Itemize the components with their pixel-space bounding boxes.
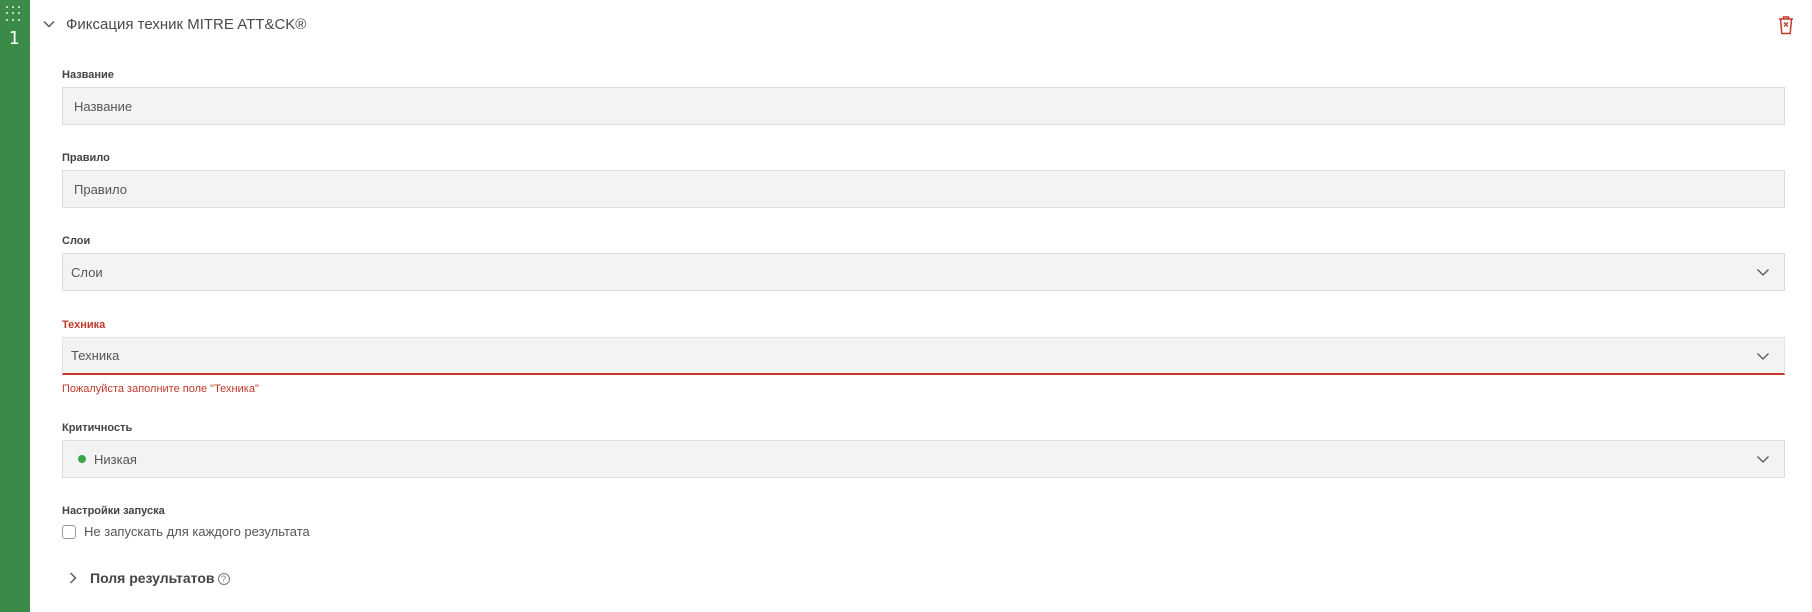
name-field[interactable]: Название: [62, 87, 1785, 125]
technique-placeholder: Техника: [71, 348, 120, 363]
technique-select[interactable]: Техника: [62, 337, 1785, 375]
rule-field[interactable]: Правило: [62, 170, 1785, 208]
card-title: Фиксация техник MITRE ATT&CK®: [66, 15, 307, 33]
status-dot-icon: [78, 455, 86, 463]
layers-placeholder: Слои: [71, 264, 103, 280]
name-placeholder: Название: [74, 98, 133, 114]
trash-icon[interactable]: [1776, 14, 1796, 36]
chevron-down-icon[interactable]: [1754, 347, 1772, 365]
launch-settings-row[interactable]: Не запускать для каждого результата: [62, 524, 310, 539]
drag-grip-icon[interactable]: [6, 6, 22, 22]
chevron-down-icon[interactable]: [40, 15, 58, 33]
layers-label: Слои: [62, 235, 91, 247]
criticality-label: Критичность: [62, 422, 133, 434]
card-header[interactable]: Фиксация техник MITRE ATT&CK®: [40, 12, 306, 36]
technique-label: Техника: [62, 319, 106, 331]
question-circle-icon[interactable]: ?: [217, 573, 230, 585]
layers-select[interactable]: Слои: [62, 253, 1785, 291]
chevron-right-icon[interactable]: [66, 570, 80, 586]
results-fields-label: Поля результатов: [90, 570, 215, 586]
technique-error: Пожалуйста заполните поле "Техника": [62, 383, 259, 395]
name-label: Название: [62, 69, 114, 81]
rule-label: Правило: [62, 152, 110, 164]
step-number: 1: [8, 28, 20, 49]
run-per-result-label[interactable]: Не запускать для каждого результата: [84, 524, 310, 539]
criticality-value: Низкая: [94, 451, 137, 467]
criticality-select[interactable]: Низкая: [62, 440, 1785, 478]
launch-settings-label: Настройки запуска: [62, 505, 165, 517]
step-rail: 1: [0, 0, 30, 612]
results-fields-toggle[interactable]: Поля результатов ?: [66, 570, 230, 586]
rule-placeholder: Правило: [74, 181, 127, 197]
run-per-result-checkbox[interactable]: [62, 524, 76, 539]
chevron-down-icon[interactable]: [1754, 450, 1772, 468]
chevron-down-icon[interactable]: [1754, 263, 1772, 281]
